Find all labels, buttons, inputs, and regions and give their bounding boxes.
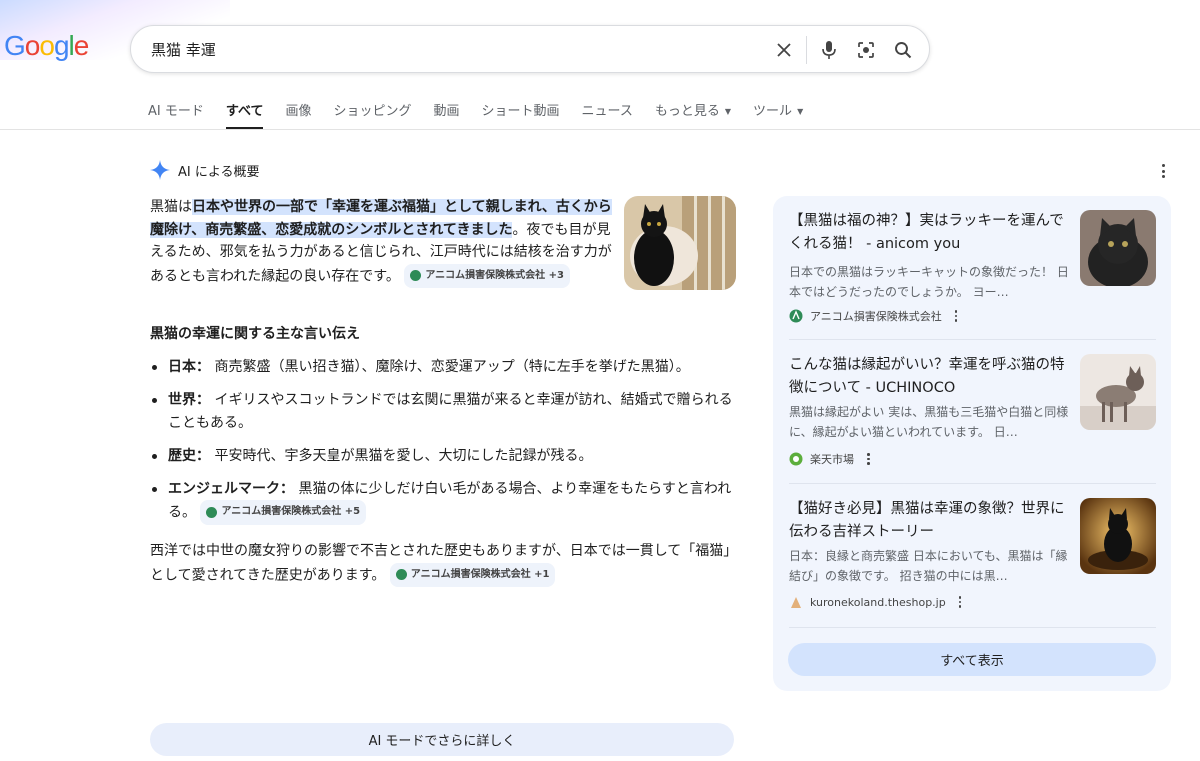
source-site: kuronekoland.theshop.jp — [789, 595, 962, 609]
source-chip[interactable]: アニコム損害保険株式会社 +3 — [404, 263, 570, 288]
source-site: アニコム損害保険株式会社 — [789, 308, 958, 324]
list-item: 歴史： 平安時代、宇多天皇が黒猫を愛し、大切にした記録が残る。 — [150, 445, 740, 468]
anicom-icon — [410, 270, 422, 282]
tab-short-videos[interactable]: ショート動画 — [482, 100, 560, 130]
ai-overview-outro: 西洋では中世の魔女狩りの影響で不吉とされた歴史もありますが、日本では一貫して「福… — [150, 540, 740, 587]
tab-shopping[interactable]: ショッピング — [333, 100, 411, 130]
microphone-icon[interactable] — [816, 37, 842, 63]
list-item-text: 平安時代、宇多天皇が黒猫を愛し、大切にした記録が残る。 — [214, 447, 593, 464]
list-item: エンジェルマーク： 黒猫の体に少しだけ白い毛がある場合、より幸運をもたらすと言わ… — [150, 478, 740, 525]
ai-overview-intro: 黒猫は日本や世界の一部で「幸運を運ぶ福猫」として親しまれ、古くから魔除け、商売繁… — [150, 196, 615, 288]
source-thumbnail[interactable] — [1080, 354, 1156, 430]
list-item-term: 歴史： — [168, 447, 210, 464]
source-thumbnail[interactable] — [1080, 498, 1156, 574]
source-snippet: 日本：良縁と商売繁盛 日本においても、黒猫は「縁結び」の象徴です。 招き猫の中に… — [789, 549, 1068, 583]
source-menu-icon[interactable] — [867, 453, 870, 465]
list-item: 世界： イギリスやスコットランドでは玄関に黒猫が来ると幸運が訪れ、結婚式で贈られ… — [150, 389, 740, 434]
anicom-icon — [395, 569, 407, 581]
search-icon[interactable] — [890, 37, 916, 63]
chevron-down-icon: ▼ — [797, 107, 804, 116]
source-site: 楽天市場 — [789, 451, 870, 467]
tab-all[interactable]: すべて — [225, 100, 264, 130]
source-snippet: 日本での黒猫はラッキーキャットの象徴だった！ 日本ではどうだったのでしょうか。 … — [789, 265, 1069, 299]
source-card[interactable]: こんな猫は縁起がいい？幸運を呼ぶ猫の特徴について - UCHINOCO 黒猫は縁… — [789, 354, 1156, 474]
lore-list: 日本： 商売繁盛（黒い招き猫）、魔除け、恋愛運アップ（特に左手を挙げた黒猫）。 … — [150, 356, 740, 535]
source-menu-icon[interactable] — [954, 310, 958, 322]
intro-text-a: 黒猫は — [150, 199, 192, 215]
tab-more[interactable]: もっと見る ▼ — [655, 100, 731, 130]
tab-videos[interactable]: 動画 — [433, 100, 459, 130]
source-chip-label: アニコム損害保険株式会社 +1 — [410, 568, 550, 580]
source-title[interactable]: こんな猫は縁起がいい？幸運を呼ぶ猫の特徴について - UCHINOCO — [789, 354, 1074, 400]
kuronekoland-icon — [791, 597, 801, 608]
list-item-term: 世界： — [168, 392, 210, 408]
tab-more-label: もっと見る — [654, 104, 720, 119]
search-query[interactable]: 黒猫 幸運 — [151, 39, 216, 60]
ai-overview-title: AI による概要 — [178, 164, 260, 180]
source-chip[interactable]: アニコム損害保険株式会社 +1 — [389, 562, 556, 587]
sources-panel: 【黒猫は福の神？】実はラッキーを運んでくれる猫！ - anicom you 日本… — [773, 196, 1171, 691]
source-site-name: アニコム損害保険株式会社 — [810, 310, 942, 323]
list-item-term: エンジェルマーク： — [168, 480, 294, 497]
source-snippet: 黒猫は縁起がよい 実は、黒猫も三毛猫や白猫と同様に、縁起がよい猫といわれています… — [789, 405, 1069, 439]
list-item-term: 日本： — [168, 359, 210, 375]
source-chip-label: アニコム損害保険株式会社 +5 — [221, 506, 361, 517]
source-site-name: kuronekoland.theshop.jp — [810, 595, 946, 609]
search-divider — [806, 36, 807, 64]
source-card[interactable]: 【黒猫は福の神？】実はラッキーを運んでくれる猫！ - anicom you 日本… — [789, 210, 1156, 330]
show-all-button[interactable]: すべて表示 — [788, 643, 1156, 676]
tab-news[interactable]: ニュース — [582, 100, 633, 130]
ai-mode-more-button[interactable]: AI モードでさらに詳しく — [150, 723, 734, 756]
list-item-text: 商売繁盛（黒い招き猫）、魔除け、恋愛運アップ（特に左手を挙げた黒猫）。 — [214, 359, 690, 375]
search-box[interactable]: 黒猫 幸運 — [130, 25, 930, 73]
google-logo[interactable]: Google — [4, 30, 89, 62]
camera-lens-icon[interactable] — [853, 37, 879, 63]
source-chip-label: アニコム損害保険株式会社 +3 — [425, 269, 564, 281]
black-cat-image[interactable] — [624, 196, 736, 290]
list-item-text: イギリスやスコットランドでは玄関に黒猫が来ると幸運が訪れ、結婚式で贈られることも… — [168, 392, 733, 431]
card-divider — [789, 627, 1156, 628]
card-divider — [789, 339, 1156, 340]
anicom-icon — [206, 506, 218, 518]
lore-subheading: 黒猫の幸運に関する主な言い伝え — [150, 326, 360, 342]
clear-icon[interactable] — [771, 37, 797, 63]
more-options-icon[interactable] — [1156, 162, 1170, 180]
chevron-down-icon: ▼ — [724, 107, 732, 116]
source-thumbnail[interactable] — [1080, 210, 1156, 286]
list-item: 日本： 商売繁盛（黒い招き猫）、魔除け、恋愛運アップ（特に左手を挙げた黒猫）。 — [150, 356, 740, 379]
source-card[interactable]: 【猫好き必見】黒猫は幸運の象徴？世界に伝わる吉祥ストーリー 日本：良縁と商売繁盛… — [789, 498, 1156, 618]
ai-overview-header: AI による概要 — [150, 160, 259, 180]
tab-tools-label: ツール — [753, 104, 793, 119]
source-chip[interactable]: アニコム損害保険株式会社 +5 — [200, 500, 367, 525]
anicom-icon — [789, 309, 803, 323]
source-title[interactable]: 【黒猫は福の神？】実はラッキーを運んでくれる猫！ - anicom you — [789, 210, 1074, 256]
source-menu-icon[interactable] — [958, 596, 962, 608]
card-divider — [789, 483, 1156, 484]
search-tabs: AI モード すべて 画像 ショッピング 動画 ショート動画 ニュース もっと見… — [148, 100, 825, 130]
source-title[interactable]: 【猫好き必見】黒猫は幸運の象徴？世界に伝わる吉祥ストーリー — [789, 498, 1074, 544]
tab-tools[interactable]: ツール ▼ — [753, 100, 803, 130]
sparkle-icon — [150, 160, 170, 180]
tab-ai-mode[interactable]: AI モード — [148, 100, 204, 130]
rakuten-icon — [789, 452, 803, 466]
source-site-name: 楽天市場 — [810, 453, 854, 466]
header-divider — [0, 129, 1200, 130]
tab-images[interactable]: 画像 — [285, 100, 311, 130]
